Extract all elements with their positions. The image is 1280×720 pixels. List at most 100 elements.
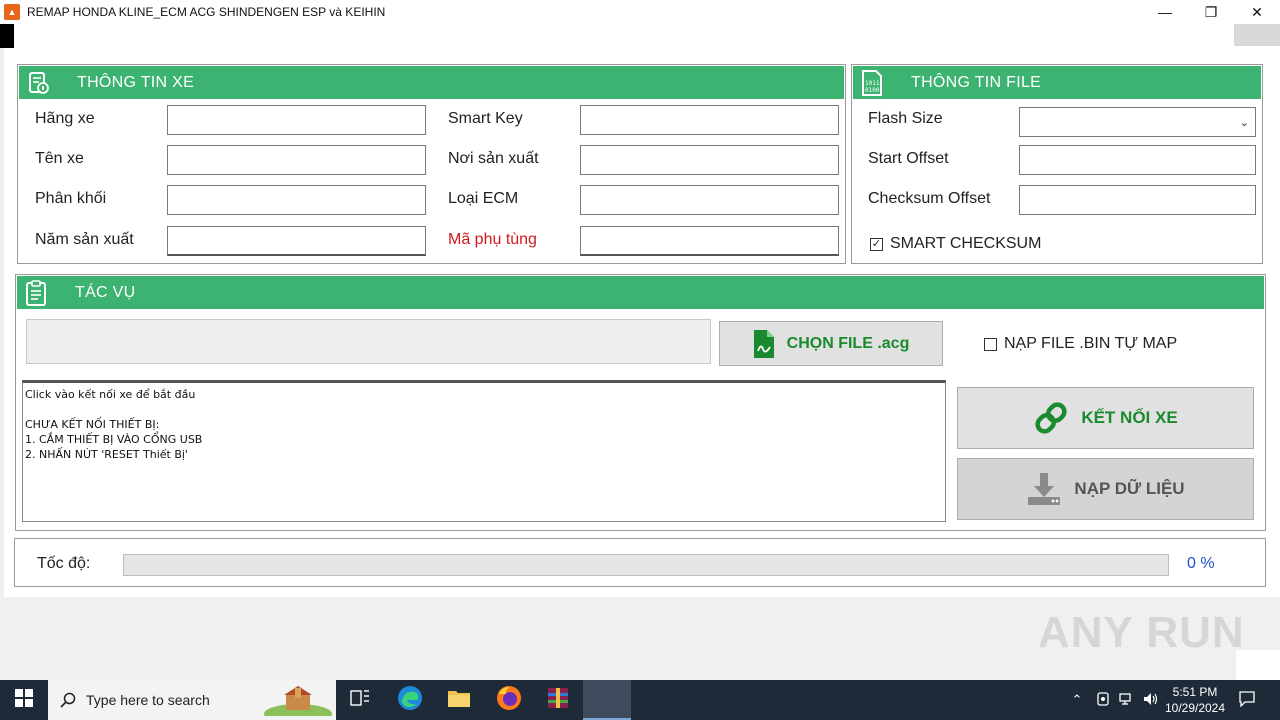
- tasks-title: TÁC VỤ: [75, 283, 136, 301]
- title-bar: ▲ REMAP HONDA KLINE_ECM ACG SHINDENGEN E…: [0, 0, 1280, 24]
- choose-file-button[interactable]: CHỌN FILE .acg: [719, 321, 943, 366]
- taskbar-firefox[interactable]: [485, 680, 533, 720]
- choose-file-label: CHỌN FILE .acg: [786, 334, 910, 352]
- download-icon: [1026, 471, 1062, 507]
- flash-size-label: Flash Size: [868, 110, 943, 127]
- empty-checkbox-icon: [984, 337, 997, 351]
- write-data-label: NẠP DỮ LIỆU: [1074, 479, 1185, 498]
- document-info-icon: [25, 70, 51, 96]
- speaker-icon: [1143, 692, 1159, 709]
- vehicle-info-panel: THÔNG TIN XE Hãng xe Tên xe Phân khối Nă…: [17, 64, 846, 264]
- search-icon: [60, 692, 76, 708]
- windows-logo-icon: [15, 688, 33, 712]
- vehicle-info-title: THÔNG TIN XE: [77, 73, 195, 91]
- clipboard-icon: [23, 279, 49, 306]
- checkmark-icon: ✓: [870, 237, 883, 251]
- vehicle-info-header: THÔNG TIN XE: [19, 66, 844, 99]
- checksum-offset-label: Checksum Offset: [868, 190, 991, 207]
- model-field[interactable]: [167, 145, 426, 175]
- displacement-label: Phân khối: [35, 190, 107, 207]
- file-info-panel: 1011 0100 THÔNG TIN FILE Flash Size ⌄ Sta…: [851, 64, 1263, 264]
- write-data-button[interactable]: NẠP DỮ LIỆU: [957, 458, 1254, 520]
- part-number-field[interactable]: [580, 226, 839, 256]
- origin-label: Nơi sản xuất: [448, 150, 539, 167]
- connect-vehicle-button[interactable]: KẾT NỐI XE: [957, 387, 1254, 449]
- log-line: CHƯA KẾT NỐI THIẾT BỊ:: [25, 418, 160, 431]
- file-info-title: THÔNG TIN FILE: [911, 73, 1042, 91]
- network-icon: [1119, 692, 1135, 709]
- tray-chevron[interactable]: ⌃: [1066, 680, 1088, 720]
- progress-percent: 0 %: [1187, 555, 1215, 572]
- tasks-header: TÁC VỤ: [17, 276, 1264, 309]
- log-output: Click vào kết nối xe để bắt đầu CHƯA KẾT…: [22, 380, 946, 522]
- taskbar-search[interactable]: Type here to search: [48, 680, 336, 720]
- task-view-button[interactable]: [336, 680, 384, 720]
- usb-device-icon: [1096, 691, 1110, 709]
- taskbar-edge[interactable]: [386, 680, 434, 720]
- make-label: Hãng xe: [35, 110, 95, 127]
- watermark-corner: [1236, 650, 1280, 680]
- app-icon: ▲: [4, 4, 20, 20]
- tray-device[interactable]: [1092, 680, 1114, 720]
- anyrun-watermark: ANY RUN: [1038, 608, 1245, 658]
- menu-strip: [14, 24, 1280, 48]
- smart-key-field[interactable]: [580, 105, 839, 135]
- restore-button[interactable]: ❐: [1188, 0, 1234, 24]
- ecm-type-label: Loại ECM: [448, 190, 519, 207]
- speed-panel: Tốc độ: 0 %: [14, 538, 1266, 587]
- progress-bar: [123, 554, 1169, 576]
- minimize-button[interactable]: —: [1142, 0, 1188, 24]
- close-button[interactable]: ✕: [1234, 0, 1280, 24]
- make-field[interactable]: [167, 105, 426, 135]
- window-controls: — ❐ ✕: [1142, 0, 1280, 24]
- flash-size-select[interactable]: ⌄: [1019, 107, 1256, 137]
- window-title: REMAP HONDA KLINE_ECM ACG SHINDENGEN ESP…: [27, 5, 386, 19]
- chevron-up-icon: ⌃: [1071, 692, 1083, 707]
- file-info-header: 1011 0100 THÔNG TIN FILE: [853, 66, 1261, 99]
- tray-volume[interactable]: [1140, 680, 1162, 720]
- smart-key-label: Smart Key: [448, 110, 523, 127]
- edge-icon: [397, 685, 423, 716]
- svg-text:1011: 1011: [865, 80, 880, 87]
- folder-icon: [447, 688, 471, 713]
- load-bin-checkbox[interactable]: NẠP FILE .BIN TỰ MAP: [984, 335, 1177, 353]
- taskbar-remap-app[interactable]: [583, 680, 631, 720]
- tray-network[interactable]: [1116, 680, 1138, 720]
- speed-label: Tốc độ:: [37, 555, 91, 572]
- taskbar-winrar[interactable]: [534, 680, 582, 720]
- start-offset-label: Start Offset: [868, 150, 949, 167]
- log-line: Click vào kết nối xe để bắt đầu: [25, 388, 196, 401]
- part-number-label: Mã phụ tùng: [448, 231, 537, 248]
- task-view-icon: [350, 689, 370, 712]
- origin-field[interactable]: [580, 145, 839, 175]
- link-icon: [1033, 400, 1069, 436]
- winrar-icon: [546, 686, 570, 715]
- search-highlight-icon: [264, 684, 332, 720]
- connect-vehicle-label: KẾT NỐI XE: [1081, 408, 1178, 427]
- file-icon: [753, 329, 775, 359]
- taskbar-clock[interactable]: 5:51 PM 10/29/2024: [1160, 684, 1230, 716]
- ecm-type-field[interactable]: [580, 185, 839, 215]
- search-placeholder: Type here to search: [86, 692, 210, 708]
- displacement-field[interactable]: [167, 185, 426, 215]
- black-marker: [0, 24, 14, 48]
- notification-icon: [1239, 690, 1255, 710]
- start-offset-field[interactable]: [1019, 145, 1256, 175]
- binary-file-icon: 1011 0100: [859, 69, 885, 96]
- file-path-display: [26, 319, 711, 364]
- model-label: Tên xe: [35, 150, 84, 167]
- start-button[interactable]: [0, 680, 48, 720]
- smart-checksum-checkbox[interactable]: ✓ SMART CHECKSUM: [870, 235, 1041, 253]
- strip-button[interactable]: [1234, 24, 1280, 46]
- load-bin-label: NẠP FILE .BIN TỰ MAP: [1004, 335, 1178, 352]
- action-center-button[interactable]: [1234, 680, 1260, 720]
- year-field[interactable]: [167, 226, 426, 256]
- taskbar-explorer[interactable]: [435, 680, 483, 720]
- chevron-down-icon: ⌄: [1239, 117, 1249, 129]
- smart-checksum-label: SMART CHECKSUM: [890, 235, 1042, 252]
- checksum-offset-field[interactable]: [1019, 185, 1256, 215]
- log-line: 1. CẮM THIẾT BỊ VÀO CỔNG USB: [25, 433, 203, 446]
- firefox-icon: [496, 685, 522, 716]
- log-line: 2. NHẤN NÚT 'RESET Thiết Bị': [25, 448, 188, 461]
